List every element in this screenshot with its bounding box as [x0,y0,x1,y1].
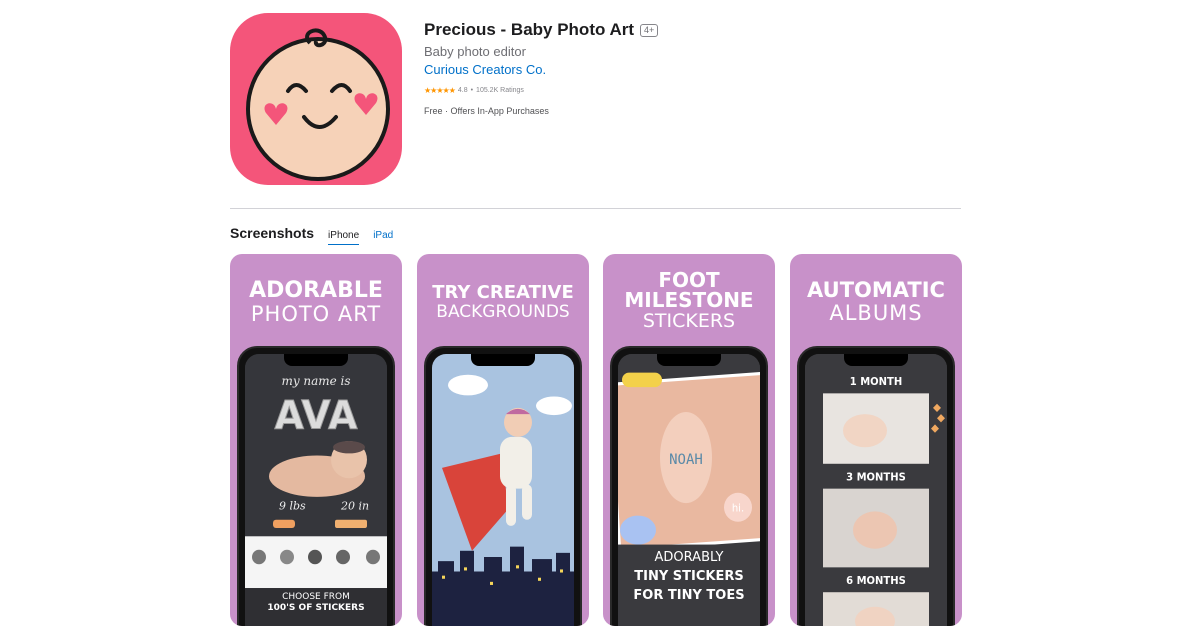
caption-line: STICKERS [642,310,736,332]
star-rating-icon: ★★★★★ [424,86,456,95]
app-icon [230,13,402,185]
app-header: Precious - Baby Photo Art 4+ Baby photo … [424,20,964,116]
screen-name: AVA [274,393,357,439]
app-title: Precious - Baby Photo Art [424,20,635,39]
footer-line: TINY STICKERS [634,569,744,584]
rating-row: ★★★★★ 4.8 • 105.2K Ratings [424,86,964,95]
phone-notch [471,354,535,366]
foot-sticker-name: NOAH [669,452,703,468]
phone-screen: 1 MONTH 3 MONTHS 6 MONTHS [805,354,947,626]
screenshot-1[interactable]: ADORABLE PHOTO ART my name is AVA 9 lbs … [230,254,402,626]
ratings-count: 105.2K Ratings [476,87,524,94]
album-label-1: 1 MONTH [850,377,902,388]
caption-line: BACKGROUNDS [436,302,570,322]
screenshot-footer: ADORABLY TINY STICKERS FOR TINY TOES [603,548,775,605]
screenshots-header: Screenshots iPhone iPad [230,225,393,245]
phone-screen: my name is AVA 9 lbs 20 in [245,354,387,626]
footer-line: FOR TINY TOES [633,588,745,603]
tab-iphone[interactable]: iPhone [328,230,360,245]
baby-face-icon [246,28,390,181]
caption-line: FOOT [658,268,720,292]
footer-line: CHOOSE FROM [282,592,350,602]
screenshot-caption: ADORABLE PHOTO ART [230,280,402,325]
phone-notch [284,354,348,366]
phone-screen [432,354,574,626]
age-rating-badge: 4+ [640,23,659,37]
screenshot-caption: AUTOMATIC ALBUMS [790,280,962,324]
rating-value: 4.8 [457,87,468,94]
caption-line: MILESTONE [624,288,754,312]
caption-line: AUTOMATIC [807,278,945,302]
screen-length: 20 in [340,499,369,512]
screenshot-4[interactable]: AUTOMATIC ALBUMS 1 MONTH 3 MONTHS 6 MONT… [790,254,962,626]
screen-text-top: my name is [281,374,350,388]
screen-weight: 9 lbs [279,499,306,512]
screenshot-2[interactable]: TRY CREATIVE BACKGROUNDS [417,254,589,626]
rating-separator: • [470,87,474,94]
price-info: Free · Offers In-App Purchases [424,106,549,116]
caption-line: PHOTO ART [250,302,382,326]
album-label-3: 6 MONTHS [846,576,906,587]
screenshot-caption: FOOT MILESTONE STICKERS [603,270,775,331]
phone-frame [424,346,582,626]
screenshots-title: Screenshots [230,225,315,241]
screenshot-caption: TRY CREATIVE BACKGROUNDS [417,284,589,321]
album-label-2: 3 MONTHS [846,472,906,483]
phone-notch [657,354,721,366]
caption-line: TRY CREATIVE [432,282,574,303]
footer-line: 100'S OF STICKERS [267,603,365,613]
screenshot-3[interactable]: FOOT MILESTONE STICKERS NOAH hi. ADORABL… [603,254,775,626]
phone-notch [844,354,908,366]
developer-link[interactable]: Curious Creators Co. [424,62,964,77]
caption-line: ALBUMS [829,301,923,325]
screenshot-footer: CHOOSE FROM 100'S OF STICKERS [230,592,402,614]
phone-frame: my name is AVA 9 lbs 20 in [237,346,395,626]
section-divider [230,208,961,209]
phone-frame: 1 MONTH 3 MONTHS 6 MONTHS [797,346,955,626]
caption-line: ADORABLE [249,278,383,303]
tab-ipad[interactable]: iPad [373,230,393,244]
app-subtitle: Baby photo editor [424,44,526,59]
footer-line: ADORABLY [654,550,724,565]
balloon-text: hi. [732,503,744,514]
